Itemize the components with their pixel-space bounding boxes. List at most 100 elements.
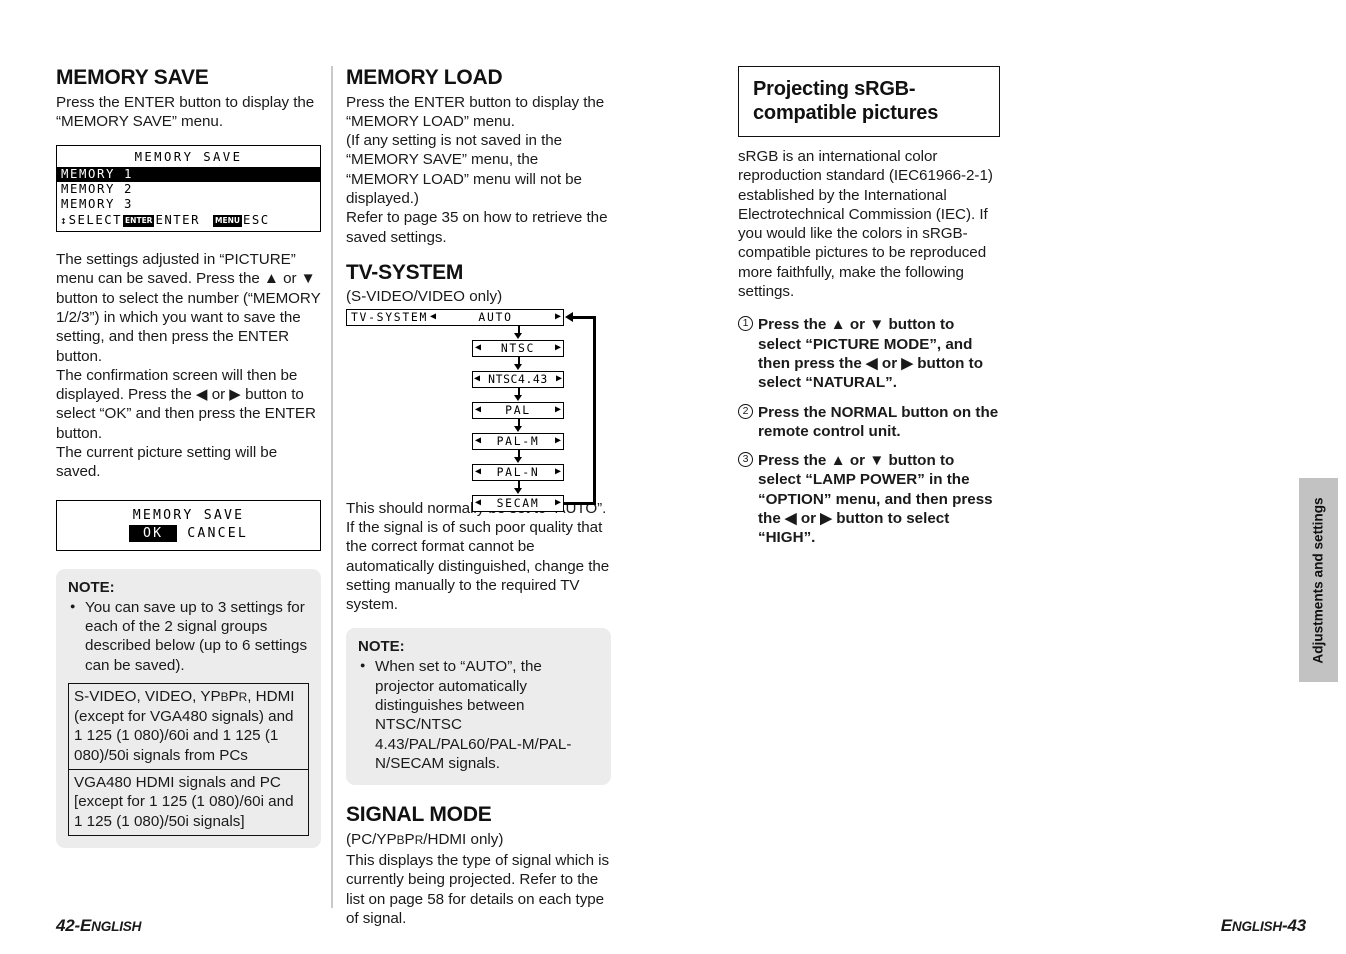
tv-system-note-box: NOTE: When set to “AUTO”, the projector … [346,628,611,786]
osd-menu-item-memory-3[interactable]: MEMORY 3 [57,197,320,212]
tv-system-option-pal[interactable]: ◀ PAL ▶ [472,401,564,419]
signal-groups-table: S-VIDEO, VIDEO, YPBPR, HDMI (except for … [68,682,309,836]
note-list: When set to “AUTO”, the projector automa… [358,656,599,773]
tv-system-flow-diagram: TV-SYSTEM ◀ AUTO ▶ ◀ NTSC ▶ ◀ NTSC4.43 ▶… [346,308,604,512]
flow-arrowhead-icon [514,394,522,401]
srgb-title-line-2: compatible pictures [753,102,939,124]
confirm-cancel-button[interactable]: CANCEL [187,526,248,541]
osd-menu-item-memory-2[interactable]: MEMORY 2 [57,182,320,197]
footer-right-language-initial: E [1220,916,1232,935]
note-item: When set to “AUTO”, the projector automa… [358,656,599,773]
srgb-title: Projecting sRGB-compatible pictures [753,77,987,125]
memory-save-heading: MEMORY SAVE [56,66,209,89]
tv-system-option-ntsc[interactable]: ◀ NTSC ▶ [472,339,564,357]
right-arrow-icon[interactable]: ▶ [556,372,562,386]
left-column: MEMORY SAVE Press the ENTER button to di… [56,66,321,848]
right-arrow-icon[interactable]: ▶ [555,341,561,355]
srgb-step: 1 Press the ▲ or ▼ button to select “PIC… [738,315,1000,392]
footer-left-page: 42- [56,916,80,935]
manual-page: MEMORY SAVE Press the ENTER button to di… [0,0,1346,954]
tv-system-body: This should normally be set to “AUTO”. I… [346,499,610,614]
tv-system-option-auto[interactable]: TV-SYSTEM ◀ AUTO ▶ [346,308,564,326]
srgb-steps-list: 1 Press the ▲ or ▼ button to select “PIC… [738,315,1000,547]
srgb-title-line-1: Projecting sRGB- [753,78,916,100]
osd-menu-item-memory-1[interactable]: MEMORY 1 [57,167,320,183]
footer-left: 42-ENGLISH [56,916,141,936]
memory-save-intro: Press the ENTER button to display the “M… [56,93,315,130]
note-list: You can save up to 3 settings for each o… [68,597,309,675]
tv-system-option-pal-m[interactable]: ◀ PAL-M ▶ [472,432,564,450]
tv-system-subheading: (S-VIDEO/VIDEO only) [346,288,503,306]
step-text: Press the ▲ or ▼ button to select “LAMP … [758,452,993,547]
confirm-title: MEMORY SAVE [132,507,245,523]
memory-load-heading: MEMORY LOAD [346,66,503,89]
tv-system-option-value: SECAM [496,496,540,511]
menu-key-icon: MENU [213,214,242,227]
memory-save-body: The settings adjusted in “PICTURE” menu … [56,251,321,481]
memory-save-note-box: NOTE: You can save up to 3 settings for … [56,568,321,848]
confirm-buttons: OK CANCEL [57,524,320,543]
confirm-ok-button[interactable]: OK [128,524,178,542]
footer-left-language-small: NGLISH [91,919,142,934]
signal-mode-heading: SIGNAL MODE [346,803,492,827]
flow-loop-right [593,316,596,505]
osd-footer-select-label: SELECT [68,213,123,228]
flow-arrowhead-icon [514,456,522,463]
side-tab-label: Adjustments and settings [1311,496,1327,664]
flow-arrowhead-icon [514,332,522,339]
tv-system-option-value: AUTO [478,310,513,325]
footer-left-language: ENGLISH [80,916,141,935]
footer-right-page: -43 [1282,916,1306,935]
flow-arrowhead-icon [514,363,522,370]
footer-right-language-small: NGLISH [1231,919,1283,934]
signal-mode-subheading: (PC/YPBPR/HDMI only) [346,830,504,848]
right-column: Projecting sRGB-compatible pictures sRGB… [738,66,1000,558]
memory-load-body: Press the ENTER button to display the “M… [346,93,608,246]
signal-group-row: S-VIDEO, VIDEO, YPBPR, HDMI (except for … [74,687,295,764]
osd-menu-footer: ↕ SELECT ENTER ENTER MENU ESC [57,212,320,228]
osd-menu-title: MEMORY SAVE [134,150,243,165]
tv-system-option-ntsc443[interactable]: ◀ NTSC4.43 ▶ [472,370,564,388]
step-text: Press the ▲ or ▼ button to select “PICTU… [758,316,984,392]
tv-system-menu-label: TV-SYSTEM [351,310,429,325]
right-arrow-icon[interactable]: ▶ [555,496,561,510]
step-number-badge: 2 [738,403,753,419]
enter-key-icon: ENTER [123,214,155,227]
memory-save-confirm-dialog: MEMORY SAVE OK CANCEL [56,499,321,551]
tv-system-option-value: PAL-M [496,434,540,449]
tv-system-option-value: PAL-N [496,465,540,480]
footer-left-language-initial: E [79,916,92,935]
note-title: NOTE: [358,638,405,656]
right-arrow-icon[interactable]: ▶ [555,465,561,479]
step-number-badge: 3 [738,452,753,468]
up-down-arrow-icon: ↕ [60,214,67,228]
footer-right: ENGLISH-43 [1221,916,1306,936]
osd-footer-esc-label: ESC [242,213,270,228]
note-title: NOTE: [68,578,115,596]
flow-loop-bottom [564,501,596,505]
footer-right-language: ENGLISH [1221,916,1282,935]
note-item: You can save up to 3 settings for each o… [68,597,309,675]
tv-system-option-value: NTSC [500,341,536,356]
memory-save-osd-menu: MEMORY SAVE MEMORY 1 MEMORY 2 MEMORY 3 ↕… [56,145,321,233]
signal-mode-body: This displays the type of signal which i… [346,852,610,927]
right-arrow-icon[interactable]: ▶ [555,403,561,417]
srgb-intro: sRGB is an international color reproduct… [738,148,993,301]
srgb-step: 2 Press the NORMAL button on the remote … [738,403,1000,442]
tv-system-option-pal-n[interactable]: ◀ PAL-N ▶ [472,463,564,481]
flow-arrowhead-icon [514,425,522,432]
column-divider [331,66,333,908]
flow-loop-top [573,315,596,319]
middle-column: MEMORY LOAD Press the ENTER button to di… [346,66,611,928]
tv-system-option-secam[interactable]: ◀ SECAM ▶ [472,494,564,512]
srgb-title-box: Projecting sRGB-compatible pictures [738,66,1000,137]
signal-group-row: VGA480 HDMI signals and PC [except for 1… [69,769,308,835]
right-arrow-icon[interactable]: ▶ [555,310,561,324]
right-arrow-icon[interactable]: ▶ [555,434,561,448]
flow-arrowhead-icon [514,487,522,494]
section-side-tab: Adjustments and settings [1299,478,1338,682]
osd-footer-enter-label: ENTER [155,213,200,228]
tv-system-option-value: NTSC4.43 [488,372,548,387]
tv-system-option-value: PAL [505,403,531,418]
flow-loop-arrowhead-icon [565,311,573,322]
